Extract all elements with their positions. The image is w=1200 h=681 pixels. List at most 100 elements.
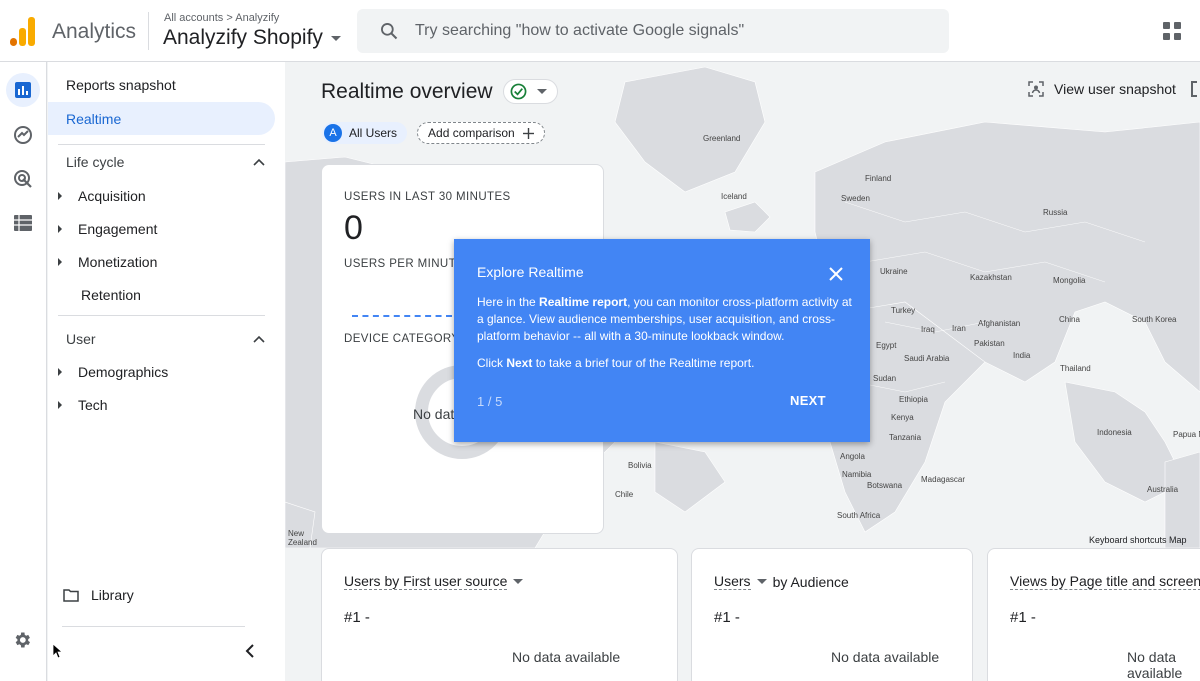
map-label-botswana: Botswana: [867, 481, 903, 490]
apps-grid-icon[interactable]: [1163, 22, 1181, 40]
nav-demographics[interactable]: Demographics: [58, 364, 168, 380]
view-user-snapshot-label: View user snapshot: [1054, 81, 1176, 97]
users-30min-label: USERS IN LAST 30 MINUTES: [344, 191, 511, 203]
nav-label: Tech: [78, 397, 108, 413]
map-label-sweden: Sweden: [841, 194, 870, 203]
rank-label: #1 -: [714, 609, 740, 626]
popup-title: Explore Realtime: [477, 264, 584, 280]
nav-label: Acquisition: [78, 188, 146, 204]
nav-label: Engagement: [78, 221, 158, 237]
popup-step-counter: 1 / 5: [477, 394, 503, 409]
header-divider: [148, 12, 149, 50]
status-dropdown[interactable]: [502, 79, 558, 104]
no-data-label: No data available: [1127, 649, 1183, 681]
map-label-ukraine: Ukraine: [880, 267, 908, 276]
list-icon[interactable]: [6, 206, 40, 240]
app-name: Analytics: [52, 20, 137, 43]
next-button[interactable]: NEXT: [790, 393, 826, 408]
users-per-minute-label: USERS PER MINUTE: [344, 258, 465, 270]
lifecycle-section-header[interactable]: Life cycle: [66, 154, 265, 170]
card-title-text: Views by Page title and screen: [1010, 573, 1200, 590]
search-bar[interactable]: [357, 9, 949, 53]
library-label: Library: [91, 587, 134, 603]
map-label-greenland: Greenland: [703, 134, 741, 143]
map-label-australia: Australia: [1147, 485, 1179, 494]
popup-text: to take a brief tour of the Realtime rep…: [532, 356, 755, 370]
popup-body: Here in the Realtime report, you can mon…: [477, 294, 853, 345]
map-label-iran: Iran: [952, 324, 966, 333]
caret-down-icon: [756, 579, 767, 584]
nav-label: Monetization: [78, 254, 158, 270]
panel-edge-icon: [1191, 81, 1197, 97]
nav-reports-snapshot[interactable]: Reports snapshot: [66, 68, 176, 101]
map-label-bolivia: Bolivia: [628, 461, 652, 470]
account-breadcrumb[interactable]: All accounts > Analyzify: [164, 12, 279, 24]
advertising-icon[interactable]: [6, 162, 40, 196]
collapse-nav-chevron-left-icon[interactable]: [245, 644, 255, 663]
property-selector[interactable]: Analyzify Shopify: [163, 26, 341, 50]
nav-library[interactable]: Library: [63, 587, 134, 603]
reports-icon[interactable]: [6, 73, 40, 107]
explore-icon[interactable]: [6, 118, 40, 152]
map-label-thailand: Thailand: [1060, 364, 1091, 373]
map-label-namibia: Namibia: [842, 470, 872, 479]
user-section-header[interactable]: User: [66, 331, 265, 347]
card-title[interactable]: Users by First user source: [344, 573, 524, 590]
nav-monetization[interactable]: Monetization: [58, 254, 157, 270]
map-label-tanzania: Tanzania: [889, 433, 922, 442]
folder-icon: [63, 588, 79, 602]
map-label-egypt: Egypt: [876, 341, 897, 350]
map-label-madagascar: Madagascar: [921, 475, 966, 484]
add-comparison-label: Add comparison: [428, 126, 515, 140]
all-users-chip[interactable]: A All Users: [322, 122, 408, 144]
nav-divider: [62, 626, 245, 627]
caret-down-icon: [513, 579, 524, 584]
report-nav: Reports snapshot Realtime Life cycle Acq…: [48, 62, 285, 681]
rank-label: #1 -: [1010, 609, 1036, 626]
expand-arrow-icon: [58, 225, 62, 233]
card-title[interactable]: Views by Page title and screen: [1010, 573, 1200, 590]
map-label-russia: Russia: [1043, 208, 1068, 217]
close-icon[interactable]: [827, 265, 845, 283]
map-label-south-korea: South Korea: [1132, 315, 1177, 324]
map-label-china: China: [1059, 315, 1080, 324]
users-30min-value: 0: [344, 209, 363, 247]
nav-label: Demographics: [78, 364, 169, 380]
mouse-cursor-icon: [52, 643, 62, 659]
nav-acquisition[interactable]: Acquisition: [58, 188, 146, 204]
no-data-label: No data available: [512, 649, 621, 665]
left-rail: [0, 62, 47, 681]
nav-tech[interactable]: Tech: [58, 397, 108, 413]
expand-arrow-icon: [58, 401, 62, 409]
search-icon: [381, 23, 398, 40]
settings-gear-icon[interactable]: [12, 630, 32, 655]
nav-realtime[interactable]: Realtime: [48, 102, 275, 135]
card-title-text: Users by First user source: [344, 573, 508, 590]
comparison-chips: A All Users Add comparison: [322, 122, 545, 144]
map-label-new-zealand: New Zealand: [288, 529, 317, 547]
map-label-kenya: Kenya: [891, 413, 914, 422]
page-title-text: Realtime overview: [321, 79, 493, 103]
user-label: User: [66, 331, 96, 347]
metric-selector[interactable]: Users: [714, 573, 751, 590]
popup-text-bold: Realtime report: [539, 295, 628, 309]
audience-card: Users by Audience #1 - No data available: [691, 548, 973, 681]
view-user-snapshot-button[interactable]: View user snapshot: [1028, 81, 1176, 97]
search-input[interactable]: [415, 22, 895, 40]
segment-avatar: A: [324, 124, 342, 142]
popup-instruction: Click Next to take a brief tour of the R…: [477, 356, 754, 370]
popup-text: Click: [477, 356, 507, 370]
map-label-sudan: Sudan: [873, 374, 897, 383]
chevron-up-icon: [253, 335, 265, 343]
no-data-label: No data available: [831, 649, 940, 665]
map-label-south-africa: South Africa: [837, 511, 881, 520]
expand-arrow-icon: [58, 258, 62, 266]
map-label-mongolia: Mongolia: [1053, 276, 1086, 285]
analytics-logo-icon[interactable]: [10, 16, 36, 46]
nav-engagement[interactable]: Engagement: [58, 221, 157, 237]
nav-retention[interactable]: Retention: [81, 287, 141, 303]
keyboard-shortcuts-link[interactable]: Keyboard shortcuts Map: [1089, 535, 1187, 545]
add-comparison-button[interactable]: Add comparison: [417, 122, 545, 144]
all-users-label: All Users: [349, 126, 398, 140]
card-title[interactable]: Users by Audience: [714, 573, 849, 590]
